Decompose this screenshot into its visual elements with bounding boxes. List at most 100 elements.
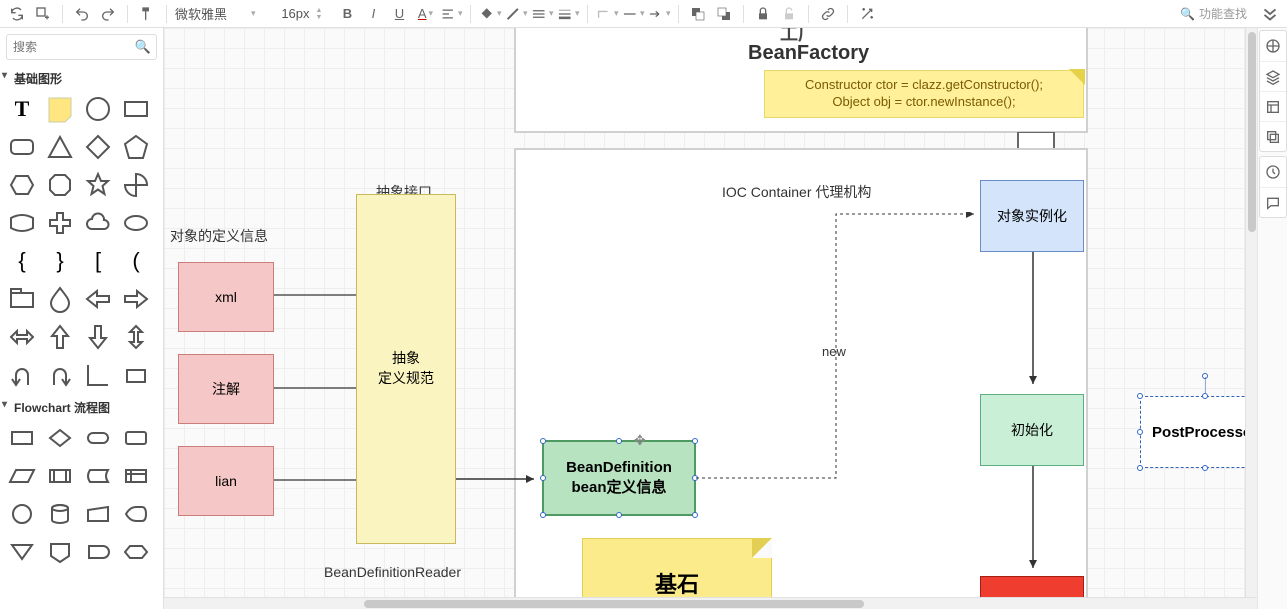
shape-ellipse[interactable] xyxy=(118,205,154,241)
format-painter-icon[interactable] xyxy=(136,3,158,25)
new-shape-icon[interactable] xyxy=(32,3,54,25)
shape-hexagon[interactable] xyxy=(4,167,40,203)
shape-arrow-up[interactable] xyxy=(42,319,78,355)
shape-arrow-ud[interactable] xyxy=(118,319,154,355)
shape-fc-prep[interactable] xyxy=(118,534,154,570)
line-color-icon[interactable]: ▾ xyxy=(505,3,527,25)
scrollbar-thumb[interactable] xyxy=(364,600,864,608)
bring-front-icon[interactable] xyxy=(687,3,709,25)
shape-note[interactable] xyxy=(42,91,78,127)
shape-cloud[interactable] xyxy=(80,205,116,241)
shape-fc-terminator[interactable] xyxy=(80,420,116,456)
shape-rect[interactable] xyxy=(118,91,154,127)
shape-drop[interactable] xyxy=(42,281,78,317)
arrow-start-icon[interactable]: ▾ xyxy=(622,3,644,25)
shape-text[interactable]: T xyxy=(4,91,40,127)
shape-brace-r[interactable]: } xyxy=(42,243,78,279)
box-beandefinition[interactable]: BeanDefinition bean定义信息 xyxy=(542,440,696,516)
unlock-icon[interactable] xyxy=(778,3,800,25)
shape-fc-database[interactable] xyxy=(42,496,78,532)
shape-fc-card[interactable] xyxy=(118,420,154,456)
shape-arrow-lr[interactable] xyxy=(4,319,40,355)
shape-plus[interactable] xyxy=(42,205,78,241)
shape-circle[interactable] xyxy=(80,91,116,127)
shape-octagon[interactable] xyxy=(42,167,78,203)
shape-fc-offpage[interactable] xyxy=(42,534,78,570)
font-color-icon[interactable]: A▾ xyxy=(414,3,436,25)
font-family-select[interactable]: 微软雅黑 xyxy=(175,4,245,23)
shape-fc-connector[interactable] xyxy=(4,496,40,532)
section-basic-shapes[interactable]: 基础图形 xyxy=(0,66,163,89)
shape-roundrect[interactable] xyxy=(4,129,40,165)
shape-diamond[interactable] xyxy=(80,129,116,165)
shape-fc-process[interactable] xyxy=(4,420,40,456)
arrow-end-icon[interactable]: ▾ xyxy=(648,3,670,25)
shape-uturn-r[interactable] xyxy=(42,357,78,393)
shape-fc-display[interactable] xyxy=(118,496,154,532)
shape-brace-l[interactable]: { xyxy=(4,243,40,279)
shape-fc-manual[interactable] xyxy=(80,496,116,532)
rail-outline-icon[interactable] xyxy=(1260,91,1286,121)
box-postprocessor[interactable]: PostProcessor xyxy=(1140,396,1257,468)
box-abstract-spec[interactable]: 抽象 定义规范 xyxy=(356,194,456,544)
rotate-icon[interactable] xyxy=(6,3,28,25)
collapse-toolbar-icon[interactable] xyxy=(1259,3,1281,25)
rail-layers-icon[interactable] xyxy=(1260,61,1286,91)
obj-def-info-label: 对象的定义信息 xyxy=(170,226,268,246)
shape-fc-internal[interactable] xyxy=(118,458,154,494)
scrollbar-thumb[interactable] xyxy=(1248,32,1256,232)
shape-star[interactable] xyxy=(80,167,116,203)
shape-banner[interactable] xyxy=(4,205,40,241)
rail-history-icon[interactable] xyxy=(1260,157,1286,187)
shape-arrow-down[interactable] xyxy=(80,319,116,355)
shape-fc-delay[interactable] xyxy=(80,534,116,570)
shape-corner[interactable] xyxy=(80,357,116,393)
chevron-down-icon[interactable]: ▾ xyxy=(251,8,256,19)
box-anno[interactable]: 注解 xyxy=(178,354,274,424)
horizontal-scrollbar[interactable] xyxy=(164,597,1257,609)
box-obj-inst[interactable]: 对象实例化 xyxy=(980,180,1084,252)
shape-paren[interactable]: ( xyxy=(118,243,154,279)
line-width-icon[interactable]: ▾ xyxy=(557,3,579,25)
link-icon[interactable] xyxy=(817,3,839,25)
fill-color-icon[interactable]: ▾ xyxy=(479,3,501,25)
send-back-icon[interactable] xyxy=(713,3,735,25)
shape-fc-decision[interactable] xyxy=(42,420,78,456)
shape-pentagon[interactable] xyxy=(118,129,154,165)
rail-navigator-icon[interactable] xyxy=(1260,31,1286,61)
shape-sector[interactable] xyxy=(118,167,154,203)
shape-fc-data[interactable] xyxy=(4,458,40,494)
function-search[interactable]: 🔍 功能查找 xyxy=(1180,5,1247,22)
underline-icon[interactable]: U xyxy=(388,3,410,25)
sticky-code[interactable]: Constructor ctor = clazz.getConstructor(… xyxy=(764,70,1084,118)
italic-icon[interactable]: I xyxy=(362,3,384,25)
redo-icon[interactable] xyxy=(97,3,119,25)
rail-copy-icon[interactable] xyxy=(1260,121,1286,151)
shape-fc-predef[interactable] xyxy=(42,458,78,494)
lock-icon[interactable] xyxy=(752,3,774,25)
font-size-stepper[interactable]: ▲▼ xyxy=(316,7,323,21)
shape-fc-stored[interactable] xyxy=(80,458,116,494)
rail-comment-icon[interactable] xyxy=(1260,187,1286,217)
box-init[interactable]: 初始化 xyxy=(980,394,1084,466)
shape-arrow-right[interactable] xyxy=(118,281,154,317)
line-style-icon[interactable]: ▾ xyxy=(531,3,553,25)
undo-icon[interactable] xyxy=(71,3,93,25)
bold-icon[interactable]: B xyxy=(336,3,358,25)
font-size-select[interactable]: 16px xyxy=(274,6,310,21)
shape-bracket-l[interactable]: [ xyxy=(80,243,116,279)
shape-frame[interactable] xyxy=(118,357,154,393)
shape-arrow-left[interactable] xyxy=(80,281,116,317)
box-xml[interactable]: xml xyxy=(178,262,274,332)
vertical-scrollbar[interactable] xyxy=(1245,28,1257,597)
align-icon[interactable]: ▾ xyxy=(440,3,462,25)
box-lian[interactable]: lian xyxy=(178,446,274,516)
magic-icon[interactable] xyxy=(856,3,878,25)
shape-uturn-l[interactable] xyxy=(4,357,40,393)
shape-tab[interactable] xyxy=(4,281,40,317)
section-flowchart[interactable]: Flowchart 流程图 xyxy=(0,395,163,418)
shape-triangle[interactable] xyxy=(42,129,78,165)
canvas-area[interactable]: 工厂 BeanFactory Constructor ctor = clazz.… xyxy=(164,28,1257,609)
connector-type-icon[interactable]: ▾ xyxy=(596,3,618,25)
shape-fc-merge[interactable] xyxy=(4,534,40,570)
